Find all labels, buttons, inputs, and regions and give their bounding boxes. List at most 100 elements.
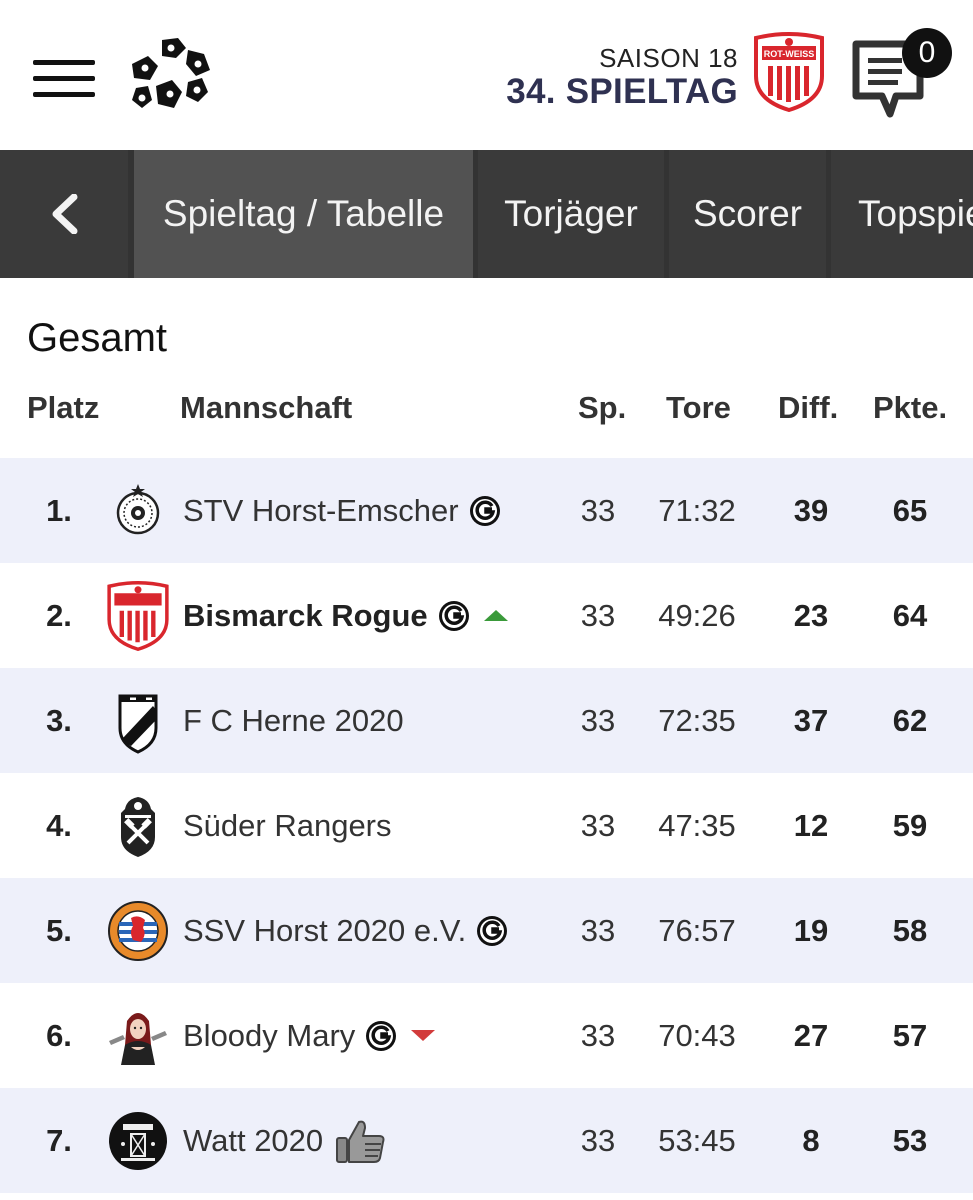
row-goals: 71:32 bbox=[658, 493, 736, 528]
row-rank: 7. bbox=[46, 1123, 72, 1158]
row-diff: 8 bbox=[802, 1123, 820, 1158]
app-logo-icon[interactable] bbox=[126, 36, 212, 118]
team-name[interactable]: Bloody Mary bbox=[183, 983, 355, 1088]
table-row[interactable]: 5. SSV Horst 2020 e.V. 33 76:57 19 58 bbox=[0, 878, 973, 983]
table-header: Platz Mannschaft Sp. Tore Diff. Pkte. bbox=[0, 380, 973, 440]
menu-icon-line bbox=[33, 76, 95, 81]
row-games: 33 bbox=[580, 808, 616, 843]
matchday-label: 34. SPIELTAG bbox=[506, 72, 738, 111]
row-goals: 53:45 bbox=[658, 1123, 736, 1158]
row-games: 33 bbox=[580, 598, 616, 633]
row-diff: 37 bbox=[793, 703, 829, 738]
team-name[interactable]: STV Horst-Emscher bbox=[183, 458, 459, 563]
row-points: 62 bbox=[892, 703, 928, 738]
team-cell: STV Horst-Emscher bbox=[183, 458, 501, 563]
tab-bar: Spieltag / Tabelle Torjäger Scorer Topsp… bbox=[0, 150, 973, 278]
team-crest bbox=[103, 791, 173, 861]
back-button[interactable] bbox=[0, 150, 128, 278]
row-points: 57 bbox=[892, 1018, 928, 1053]
menu-icon[interactable] bbox=[33, 60, 95, 98]
tab-scorer[interactable]: Scorer bbox=[669, 150, 826, 278]
team-name[interactable]: Süder Rangers bbox=[183, 773, 392, 878]
messages-button[interactable]: 0 bbox=[850, 28, 960, 120]
team-cell: SSV Horst 2020 e.V. bbox=[183, 878, 508, 983]
row-games: 33 bbox=[580, 1018, 616, 1053]
row-games: 33 bbox=[580, 1123, 616, 1158]
row-diff: 12 bbox=[793, 808, 829, 843]
column-header-diff[interactable]: Diff. bbox=[778, 390, 838, 426]
table-row[interactable]: 6. Bloody Mary 33 70:43 27 57 bbox=[0, 983, 973, 1088]
tab-topspiel[interactable]: Topspie bbox=[831, 150, 973, 278]
column-header-rank[interactable]: Platz bbox=[27, 390, 99, 426]
app-header: SAISON 18 34. SPIELTAG ROT-WEISS 0 bbox=[0, 0, 973, 150]
column-header-goals[interactable]: Tore bbox=[666, 390, 731, 426]
table-row[interactable]: 1. STV Horst-Emscher 33 71:32 39 65 bbox=[0, 458, 973, 563]
watt-crest-icon bbox=[109, 1112, 167, 1170]
column-header-team[interactable]: Mannschaft bbox=[180, 390, 352, 426]
row-points: 59 bbox=[892, 808, 928, 843]
lion-crest-icon bbox=[108, 901, 168, 961]
row-goals: 47:35 bbox=[658, 808, 736, 843]
team-crest bbox=[103, 581, 173, 651]
row-rank: 3. bbox=[46, 703, 72, 738]
section-title: Gesamt bbox=[27, 316, 168, 360]
chevron-left-icon bbox=[52, 194, 78, 234]
team-crest bbox=[103, 686, 173, 756]
menu-icon-line bbox=[33, 92, 95, 97]
row-games: 33 bbox=[580, 703, 616, 738]
g-badge-icon bbox=[366, 1020, 397, 1051]
season-label: SAISON 18 bbox=[599, 43, 738, 73]
row-points: 64 bbox=[892, 598, 928, 633]
team-name[interactable]: SSV Horst 2020 e.V. bbox=[183, 878, 466, 983]
team-name[interactable]: Bismarck Rogue bbox=[183, 563, 428, 668]
team-crest bbox=[103, 1001, 173, 1071]
row-goals: 72:35 bbox=[658, 703, 736, 738]
row-points: 58 bbox=[892, 913, 928, 948]
row-rank: 6. bbox=[46, 1018, 72, 1053]
table-row[interactable]: 2. Bismarck Rogue 33 49:26 23 64 bbox=[0, 563, 973, 668]
row-points: 65 bbox=[892, 493, 928, 528]
team-cell: Süder Rangers bbox=[183, 773, 392, 878]
team-cell: Watt 2020 bbox=[183, 1088, 387, 1193]
rot-weiss-crest-icon[interactable]: ROT-WEISS bbox=[752, 32, 826, 112]
g-badge-icon bbox=[469, 495, 500, 526]
shield-stripe-crest-icon bbox=[118, 694, 158, 754]
tab-torjaeger[interactable]: Torjäger bbox=[478, 150, 664, 278]
row-rank: 5. bbox=[46, 913, 72, 948]
row-diff: 27 bbox=[793, 1018, 829, 1053]
table-row[interactable]: 4. Süder Rangers 33 47:35 12 59 bbox=[0, 773, 973, 878]
tab-spieltag-tabelle[interactable]: Spieltag / Tabelle bbox=[134, 150, 473, 278]
row-rank: 4. bbox=[46, 808, 72, 843]
table-row[interactable]: 3. F C Herne 2020 33 72:35 37 62 bbox=[0, 668, 973, 773]
team-cell: F C Herne 2020 bbox=[183, 668, 404, 773]
crest-text: ROT-WEISS bbox=[764, 49, 815, 59]
character-crest-icon bbox=[109, 1013, 167, 1065]
row-points: 53 bbox=[892, 1123, 928, 1158]
g-badge-icon bbox=[477, 915, 508, 946]
team-crest bbox=[103, 1106, 173, 1176]
team-crest bbox=[103, 476, 173, 546]
column-header-games[interactable]: Sp. bbox=[578, 390, 626, 426]
team-cell: Bismarck Rogue bbox=[183, 563, 508, 668]
table-row[interactable]: 7. Watt 2020 33 53:45 8 53 bbox=[0, 1088, 973, 1193]
ball-crest-icon bbox=[116, 484, 160, 535]
trend-down-icon bbox=[411, 1030, 436, 1041]
row-rank: 2. bbox=[46, 598, 72, 633]
team-crest bbox=[103, 896, 173, 966]
row-diff: 19 bbox=[793, 913, 829, 948]
row-goals: 76:57 bbox=[658, 913, 736, 948]
row-goals: 49:26 bbox=[658, 598, 736, 633]
trend-up-icon bbox=[483, 610, 508, 621]
team-name[interactable]: Watt 2020 bbox=[183, 1088, 323, 1193]
row-rank: 1. bbox=[46, 493, 72, 528]
team-name[interactable]: F C Herne 2020 bbox=[183, 668, 404, 773]
row-goals: 70:43 bbox=[658, 1018, 736, 1053]
g-badge-icon bbox=[438, 600, 469, 631]
hammer-crest-icon bbox=[121, 797, 155, 857]
row-diff: 23 bbox=[793, 598, 829, 633]
column-header-points[interactable]: Pkte. bbox=[873, 390, 947, 426]
season-info: SAISON 18 34. SPIELTAG bbox=[506, 44, 738, 112]
thumbs-up-icon bbox=[336, 1120, 385, 1163]
message-count-badge: 0 bbox=[902, 28, 952, 78]
standings-table: 1. STV Horst-Emscher 33 71:32 39 65 2. B… bbox=[0, 458, 973, 1193]
